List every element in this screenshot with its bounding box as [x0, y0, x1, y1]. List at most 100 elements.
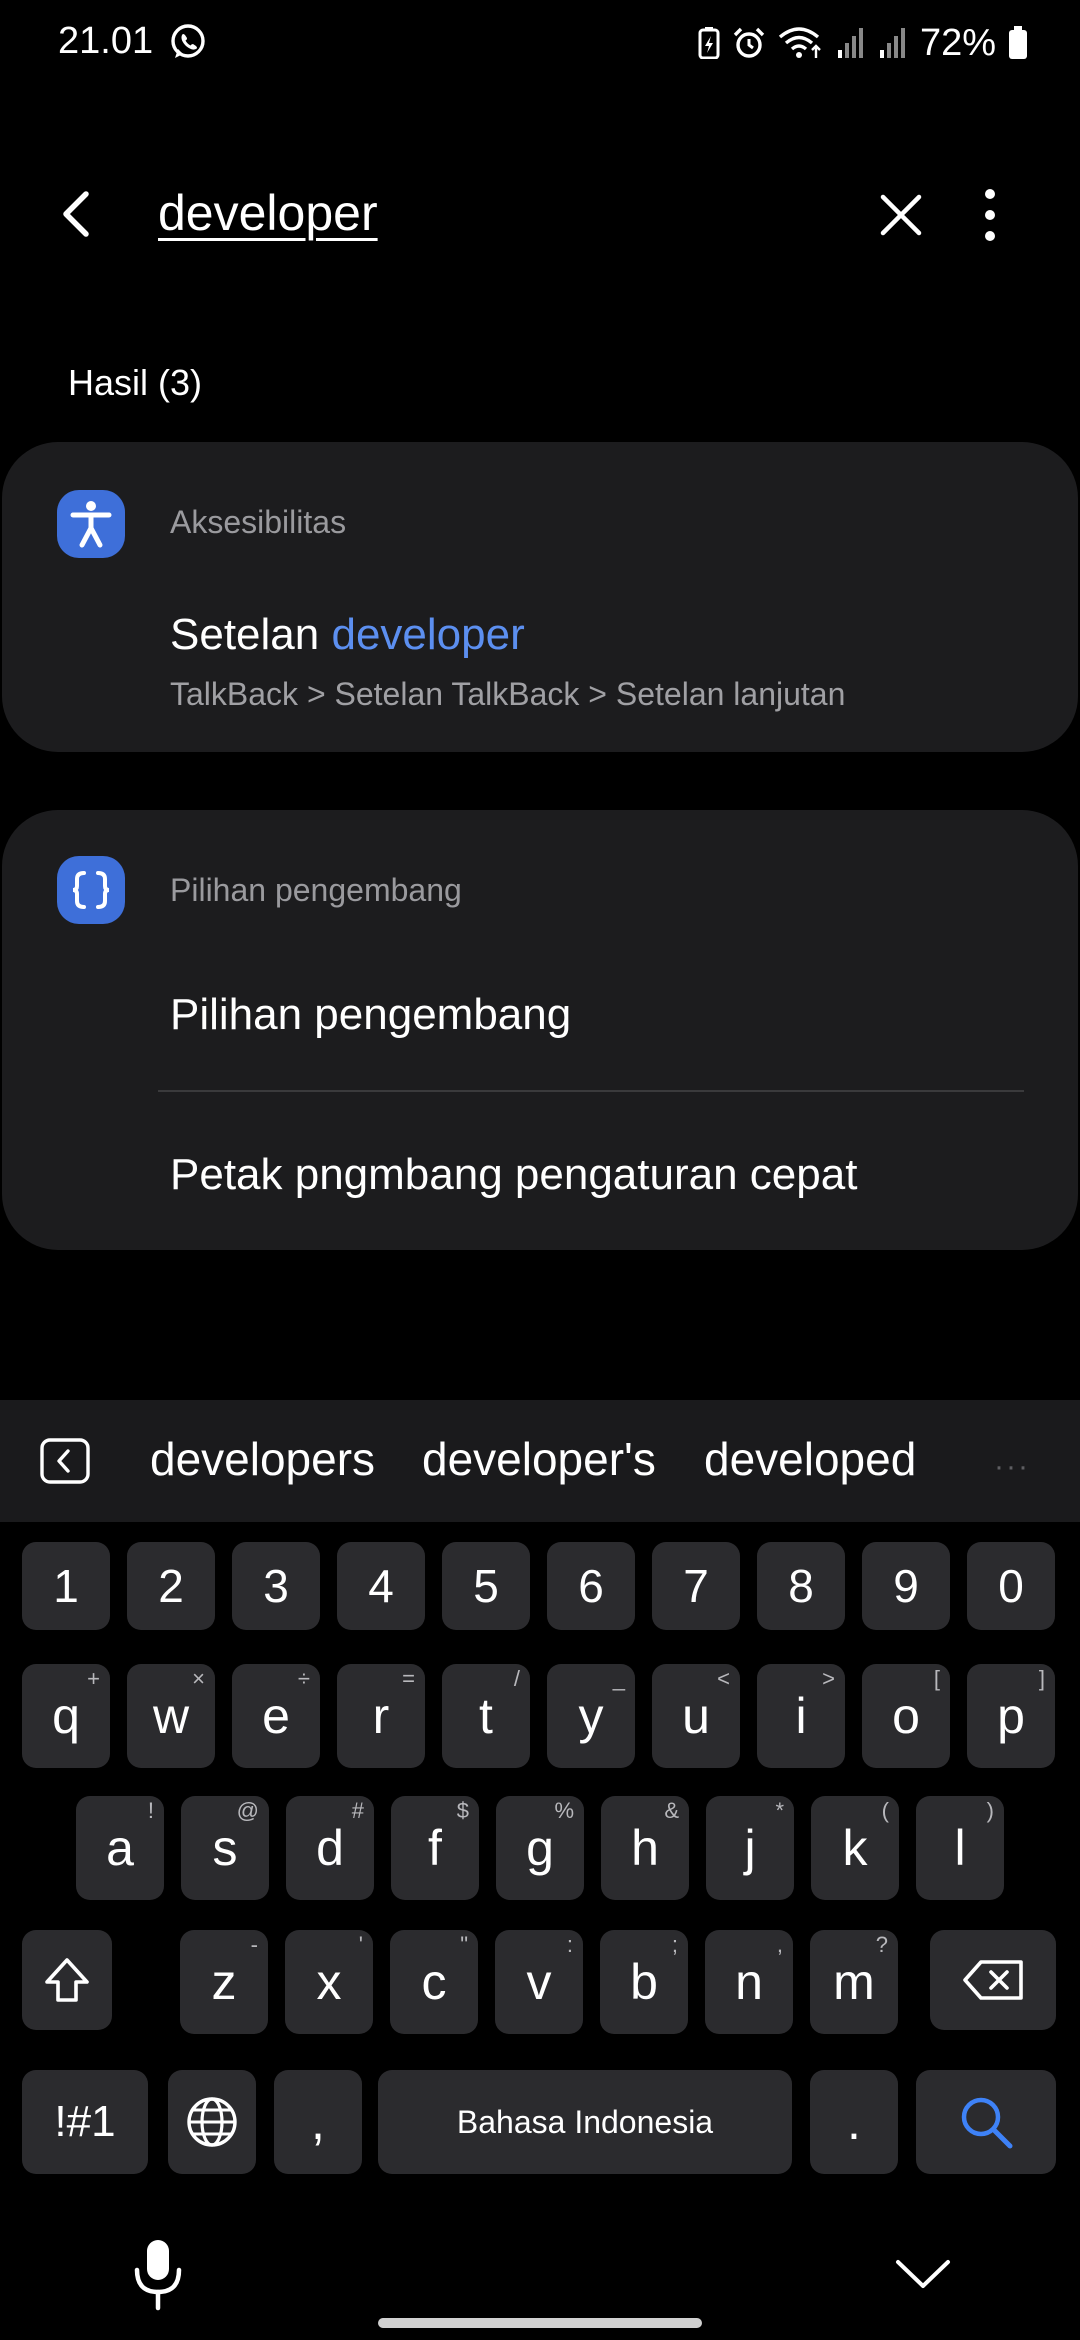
key-label: m	[833, 1954, 875, 2010]
key-p[interactable]: p]	[967, 1664, 1055, 1768]
whatsapp-icon	[171, 24, 205, 58]
key-hint: ÷	[297, 1666, 310, 1691]
chevron-down-icon[interactable]	[890, 2254, 956, 2294]
key-label: n	[735, 1954, 763, 2010]
key-num-4[interactable]: 4	[337, 1542, 425, 1630]
search-key[interactable]	[916, 2070, 1056, 2174]
key-label: 6	[578, 1560, 604, 1612]
key-m[interactable]: m?	[810, 1930, 898, 2034]
home-indicator[interactable]	[378, 2318, 702, 2328]
key-num-3[interactable]: 3	[232, 1542, 320, 1630]
result-item-petak-pengembang[interactable]: Petak pngmbang pengaturan cepat	[170, 1150, 857, 1200]
key-i[interactable]: i >	[757, 1664, 845, 1768]
comma-key[interactable]: ,	[274, 2070, 362, 2174]
status-icons: 72%	[698, 20, 1028, 66]
key-label: b	[630, 1954, 658, 2010]
key-w[interactable]: w ×	[127, 1664, 215, 1768]
key-l[interactable]: l)	[916, 1796, 1004, 1900]
key-label: a	[106, 1820, 134, 1876]
space-key[interactable]: Bahasa Indonesia	[378, 2070, 792, 2174]
shift-key[interactable]	[22, 1930, 112, 2030]
key-e[interactable]: e ÷	[232, 1664, 320, 1768]
key-hint: _	[612, 1666, 625, 1691]
accessibility-icon	[57, 490, 125, 558]
status-time: 21.01	[58, 20, 154, 62]
suggestion-3[interactable]: developed	[704, 1432, 916, 1486]
key-h[interactable]: h &	[601, 1796, 689, 1900]
key-label: v	[526, 1954, 552, 2010]
result-title-highlight: developer	[331, 610, 525, 659]
key-g[interactable]: g%	[496, 1796, 584, 1900]
key-num-2[interactable]: 2	[127, 1542, 215, 1630]
key-label: k	[842, 1820, 868, 1876]
key-b[interactable]: b;	[600, 1930, 688, 2034]
key-label: 4	[368, 1560, 394, 1612]
symbols-key[interactable]: !#1	[22, 2070, 148, 2174]
key-label: 0	[998, 1560, 1024, 1612]
key-hint: (	[881, 1798, 889, 1823]
language-key[interactable]	[168, 2070, 256, 2174]
key-hint: ]	[1038, 1666, 1045, 1691]
key-z[interactable]: z-	[180, 1930, 268, 2034]
key-label: c	[421, 1954, 447, 2010]
key-hint: -	[250, 1932, 258, 1957]
suggestion-1[interactable]: developers	[150, 1432, 375, 1486]
key-label: q	[52, 1688, 80, 1744]
key-r[interactable]: r =	[337, 1664, 425, 1768]
key-label: r	[372, 1688, 390, 1744]
key-label: s	[212, 1820, 238, 1876]
key-hint: #	[351, 1798, 364, 1823]
key-label: 8	[788, 1560, 814, 1612]
result-item-setelan-developer[interactable]: Setelan developer	[170, 610, 525, 660]
key-k[interactable]: k(	[811, 1796, 899, 1900]
key-label: 7	[683, 1560, 709, 1612]
close-icon[interactable]	[870, 184, 932, 246]
key-num-8[interactable]: 8	[757, 1542, 845, 1630]
result-group-developer-options: Pilihan pengembang Pilihan pengembang Pe…	[2, 810, 1078, 1250]
backspace-key[interactable]	[930, 1930, 1056, 2030]
key-c[interactable]: c "	[390, 1930, 478, 2034]
key-n[interactable]: n,	[705, 1930, 793, 2034]
key-s[interactable]: s @	[181, 1796, 269, 1900]
more-vert-icon[interactable]	[964, 184, 1016, 246]
key-num-7[interactable]: 7	[652, 1542, 740, 1630]
key-num-5[interactable]: 5	[442, 1542, 530, 1630]
signal-icon	[837, 28, 863, 58]
key-label: 1	[53, 1560, 79, 1612]
key-num-9[interactable]: 9	[862, 1542, 950, 1630]
key-f[interactable]: f $	[391, 1796, 479, 1900]
key-hint: >	[822, 1666, 835, 1691]
key-d[interactable]: d #	[286, 1796, 374, 1900]
back-arrow-icon[interactable]	[46, 182, 110, 246]
key-u[interactable]: u <	[652, 1664, 740, 1768]
key-num-6[interactable]: 6	[547, 1542, 635, 1630]
key-num-1[interactable]: 1	[22, 1542, 110, 1630]
key-x[interactable]: x '	[285, 1930, 373, 2034]
key-label: d	[316, 1820, 344, 1876]
result-item-pilihan-pengembang[interactable]: Pilihan pengembang	[170, 990, 571, 1040]
key-hint: [	[933, 1666, 940, 1691]
key-hint: "	[460, 1932, 468, 1957]
more-suggestions-icon[interactable]: ···	[994, 1450, 1030, 1484]
search-icon	[961, 2097, 1013, 2149]
key-label: h	[631, 1820, 659, 1876]
collapse-toolbar-icon[interactable]	[40, 1438, 90, 1484]
key-num-0[interactable]: 0	[967, 1542, 1055, 1630]
key-t[interactable]: t /	[442, 1664, 530, 1768]
key-label: 2	[158, 1560, 184, 1612]
period-key[interactable]: .	[810, 2070, 898, 2174]
result-title-prefix: Setelan	[170, 610, 332, 659]
key-a[interactable]: a!	[76, 1796, 164, 1900]
search-input[interactable]: developer	[158, 184, 378, 242]
microphone-icon[interactable]	[130, 2238, 186, 2314]
battery-percent: 72%	[919, 21, 996, 64]
search-header: developer	[0, 160, 1080, 270]
developer-options-icon	[57, 856, 125, 924]
key-y[interactable]: y _	[547, 1664, 635, 1768]
key-o[interactable]: o[	[862, 1664, 950, 1768]
key-j[interactable]: j *	[706, 1796, 794, 1900]
suggestion-2[interactable]: developer's	[422, 1432, 656, 1486]
key-v[interactable]: v:	[495, 1930, 583, 2034]
key-q[interactable]: q +	[22, 1664, 110, 1768]
key-hint: ;	[671, 1932, 678, 1957]
